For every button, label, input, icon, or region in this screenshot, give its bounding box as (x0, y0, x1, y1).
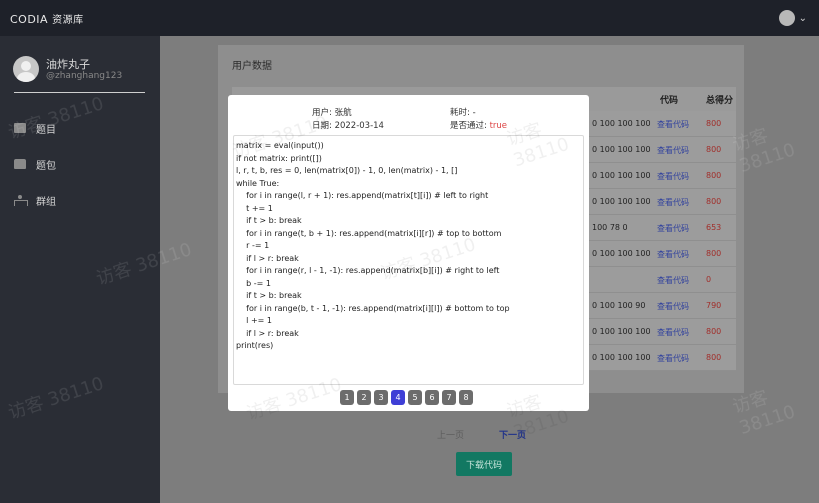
sidebar: 油炸丸子 @zhanghang123 题目 题包 群组 (0, 36, 160, 503)
page-button-8[interactable]: 8 (459, 390, 473, 405)
download-code-button[interactable]: 下载代码 (456, 452, 512, 476)
row-total: 800 (706, 145, 722, 154)
pass-value: true (489, 121, 508, 131)
code-line: if l > r: break (236, 328, 299, 338)
code-editor[interactable]: matrix = eval(input()) if not matrix: pr… (233, 135, 584, 385)
brand-sub: 资源库 (52, 14, 84, 26)
page-title: 用户数据 (232, 61, 272, 72)
code-line: for i in range(t, b + 1): res.append(mat… (236, 228, 502, 238)
row-scores: 100 78 0 (592, 223, 628, 232)
submission-date: 日期: 2022-03-14 (312, 121, 384, 131)
view-code-link[interactable]: 查看代码 (657, 119, 689, 130)
view-code-link[interactable]: 查看代码 (657, 223, 689, 234)
code-line: print(res) (236, 341, 274, 350)
sidebar-item-problems[interactable]: 题目 (0, 110, 160, 146)
page-button-2[interactable]: 2 (357, 390, 371, 405)
row-scores: 0 100 100 100 (592, 145, 651, 154)
user-avatar-icon[interactable] (778, 10, 795, 26)
code-line: matrix = eval(input()) (236, 141, 324, 150)
code-line: for i in range(l, r + 1): res.append(mat… (236, 191, 489, 200)
code-line: for i in range(r, l - 1, -1): res.append… (236, 266, 500, 275)
submission-pagination: 1 2 3 4 5 6 7 8 (340, 390, 473, 405)
code-line: b -= 1 (236, 278, 272, 288)
column-header-code: 代码 (660, 96, 679, 106)
next-page-link[interactable]: 下一页 (499, 428, 526, 441)
row-total: 800 (706, 249, 722, 258)
view-code-link[interactable]: 查看代码 (657, 171, 689, 182)
profile-handle: @zhanghang123 (46, 71, 123, 81)
row-scores: 0 100 100 100 (592, 197, 651, 206)
top-bar: CODIA 资源库 ⌄ (0, 0, 819, 36)
chevron-down-icon[interactable]: ⌄ (799, 13, 807, 24)
code-line: l += 1 (236, 316, 272, 325)
brand-logo[interactable]: CODIA 资源库 (10, 11, 84, 26)
column-header-total: 总得分 (706, 96, 734, 106)
sidebar-item-packages[interactable]: 题包 (0, 146, 160, 182)
row-scores: 0 100 100 100 (592, 353, 651, 362)
page-button-7[interactable]: 7 (442, 390, 456, 405)
sidebar-item-label: 题包 (36, 160, 56, 172)
row-total: 800 (706, 327, 722, 336)
submission-pass-status: 是否通过: true (450, 119, 507, 131)
code-line: t += 1 (236, 203, 273, 213)
profile: 油炸丸子 @zhanghang123 (0, 36, 160, 94)
row-scores: 0 100 100 100 (592, 171, 651, 180)
view-code-link[interactable]: 查看代码 (657, 275, 689, 286)
row-total: 653 (706, 223, 722, 232)
code-line: if t > b: break (236, 291, 302, 300)
code-line: r -= 1 (236, 241, 270, 250)
row-total: 800 (706, 353, 722, 362)
row-total: 800 (706, 171, 722, 180)
view-code-link[interactable]: 查看代码 (657, 197, 689, 208)
page-button-5[interactable]: 5 (408, 390, 422, 405)
code-line: for i in range(b, t - 1, -1): res.append… (236, 303, 510, 313)
row-scores: 0 100 100 100 (592, 327, 651, 336)
code-viewer-modal: 用户: 张航 日期: 2022-03-14 耗时: - 是否通过: true m… (228, 95, 589, 443)
row-scores: 0 100 100 100 (592, 249, 651, 258)
view-code-link[interactable]: 查看代码 (657, 249, 689, 260)
brand-name: CODIA (10, 12, 49, 26)
sidebar-divider (14, 92, 145, 93)
submission-time: 耗时: - (450, 108, 476, 118)
prev-page-link[interactable]: 上一页 (437, 428, 464, 441)
page-button-6[interactable]: 6 (425, 390, 439, 405)
row-total: 0 (706, 275, 712, 284)
page-button-3[interactable]: 3 (374, 390, 388, 405)
user-menu[interactable]: ⌄ (778, 10, 807, 26)
pass-label: 是否通过: (450, 121, 487, 131)
book-icon (14, 123, 26, 133)
code-line: l, r, t, b, res = 0, len(matrix[0]) - 1,… (236, 166, 458, 175)
folder-icon (14, 159, 26, 169)
avatar[interactable] (13, 56, 39, 82)
code-line: if t > b: break (236, 216, 302, 225)
page-button-4[interactable]: 4 (391, 390, 405, 405)
code-line: while True: (236, 178, 280, 188)
row-scores: 0 100 100 90 (592, 301, 646, 310)
page-button-1[interactable]: 1 (340, 390, 354, 405)
sidebar-item-groups[interactable]: 群组 (0, 182, 160, 218)
code-line: if l > r: break (236, 253, 299, 263)
group-icon (14, 195, 28, 206)
submission-user: 用户: 张航 (312, 108, 352, 118)
sidebar-item-label: 群组 (36, 196, 56, 208)
view-code-link[interactable]: 查看代码 (657, 353, 689, 364)
sidebar-nav: 题目 题包 群组 (0, 110, 160, 218)
row-total: 800 (706, 197, 722, 206)
sidebar-item-label: 题目 (36, 124, 56, 136)
code-line: if not matrix: print([]) (236, 153, 322, 163)
profile-name: 油炸丸子 (46, 58, 90, 71)
view-code-link[interactable]: 查看代码 (657, 301, 689, 312)
row-total: 800 (706, 119, 722, 128)
row-scores: 0 100 100 100 (592, 119, 651, 128)
view-code-link[interactable]: 查看代码 (657, 145, 689, 156)
row-total: 790 (706, 301, 722, 310)
view-code-link[interactable]: 查看代码 (657, 327, 689, 338)
